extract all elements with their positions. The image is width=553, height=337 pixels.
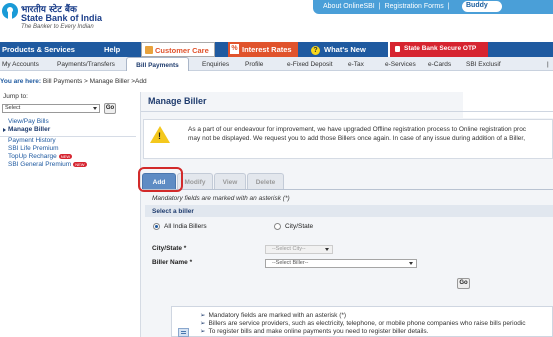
sbi-logo-icon[interactable] xyxy=(2,3,18,19)
new-badge: NEW xyxy=(73,161,87,167)
topup-recharge-label: TopUp Recharge xyxy=(8,153,57,160)
sbi-general-premium-label: SBI General Premium xyxy=(8,161,72,168)
main-nav: Products & Services Help Customer Care %… xyxy=(0,42,553,57)
city-state-label: City/State * xyxy=(152,245,187,252)
info-item-text: Billers are service providers, such as e… xyxy=(208,320,526,327)
sidebar-item-sbi-life-premium[interactable]: SBI Life Premium xyxy=(0,145,136,153)
jump-to-select[interactable]: Select xyxy=(2,104,100,113)
city-select[interactable]: --Select City-- xyxy=(265,245,333,254)
select-biller-heading: Select a biller xyxy=(145,205,553,217)
biller-name-label: Biller Name * xyxy=(152,259,193,266)
info-item: ➢ Billers are service providers, such as … xyxy=(200,320,553,328)
subnav-payments-transfers[interactable]: Payments/Transfers xyxy=(57,57,115,71)
lock-icon xyxy=(395,46,400,52)
sidebar-item-payment-history[interactable]: Payment History xyxy=(0,137,136,145)
subnav-enquiries[interactable]: Enquiries xyxy=(202,57,229,71)
whats-new-label: What's New xyxy=(324,45,366,54)
mandatory-note: Mandatory fields are marked with an aste… xyxy=(152,195,290,202)
subnav-e-fixed-deposit[interactable]: e-Fixed Deposit xyxy=(287,57,333,71)
top-links-bar: About OnlineSBI | Registration Forms | xyxy=(313,0,553,14)
sidebar-divider xyxy=(0,136,136,137)
tab-delete[interactable]: Delete xyxy=(247,173,284,189)
subnav-my-accounts[interactable]: My Accounts xyxy=(2,57,39,71)
registration-forms-link[interactable]: Registration Forms xyxy=(385,3,444,10)
info-item: ➢ Mandatory fields are marked with an ast… xyxy=(200,312,553,320)
info-item-text: To register bills and make online paymen… xyxy=(208,328,429,335)
subnav-separator: | xyxy=(547,61,549,68)
breadcrumb-path: Bill Payments > Manage Biller >Add xyxy=(42,78,147,85)
biller-select[interactable]: --Select Biller-- xyxy=(265,259,417,268)
panel-corner-card xyxy=(463,92,553,118)
percent-icon: % xyxy=(230,44,239,54)
list-icon xyxy=(178,328,189,337)
radio-city-state-label[interactable]: City/State xyxy=(285,223,313,230)
nav-interest-rates[interactable]: % Interest Rates xyxy=(228,42,298,57)
about-onlinesbi-link[interactable]: About OnlineSBI xyxy=(323,3,375,10)
info-list: ➢ Mandatory fields are marked with an ast… xyxy=(200,312,553,336)
tabs-underline xyxy=(143,189,553,190)
arrow-bullet-icon: ➢ xyxy=(200,312,206,319)
nav-products-services[interactable]: Products & Services xyxy=(2,42,75,57)
breadcrumb: You are here: Bill Payments > Manage Bil… xyxy=(0,78,147,85)
arrow-bullet-icon: ➢ xyxy=(200,320,206,327)
sidebar-item-topup-recharge[interactable]: TopUp Recharge NEW xyxy=(0,153,136,161)
radio-all-india-billers[interactable] xyxy=(153,223,160,230)
tab-view[interactable]: View xyxy=(214,173,246,189)
interest-rates-label: Interest Rates xyxy=(242,45,292,54)
radio-all-india-billers-label[interactable]: All India Billers xyxy=(164,223,207,230)
sidebar-item-view-pay-bills[interactable]: View/Pay Bills xyxy=(0,118,136,126)
warning-icon-mark: ! xyxy=(158,131,161,141)
add-tab-highlight xyxy=(138,167,183,192)
jump-go-button[interactable]: Go xyxy=(104,103,116,114)
nav-help[interactable]: Help xyxy=(104,42,120,57)
subnav-e-cards[interactable]: e-Cards xyxy=(428,57,451,71)
subnav-e-tax[interactable]: e-Tax xyxy=(348,57,364,71)
top-links-separator: | xyxy=(378,3,381,10)
notice-text: As a part of our endeavour for improveme… xyxy=(188,125,553,143)
bank-name: State Bank of India xyxy=(21,13,103,23)
top-links-separator: | xyxy=(447,3,450,10)
sidebar-item-manage-biller[interactable]: Manage Biller xyxy=(0,126,136,134)
nav-secure-otp[interactable]: State Bank Secure OTP xyxy=(388,42,489,57)
new-badge: NEW xyxy=(58,153,73,159)
subnav-e-services[interactable]: e-Services xyxy=(385,57,416,71)
help-icon: ? xyxy=(311,46,320,55)
buddy-link[interactable]: Buddy xyxy=(462,1,502,12)
info-item-text: Mandatory fields are marked with an aste… xyxy=(208,312,347,319)
arrow-bullet-icon: ➢ xyxy=(200,328,206,335)
sidebar-item-sbi-general-premium[interactable]: SBI General Premium NEW xyxy=(0,161,136,169)
site-header: भारतीय स्टेट बैंक State Bank of India Th… xyxy=(0,0,553,42)
breadcrumb-prefix: You are here: xyxy=(0,78,42,85)
sidebar-menu: View/Pay Bills Manage Biller Payment His… xyxy=(0,118,136,169)
notice-line: may not be displayed. We request you to … xyxy=(188,135,526,142)
nav-customer-care[interactable]: Customer Care xyxy=(141,42,215,57)
nav-whats-new[interactable]: ? What's New xyxy=(311,42,366,57)
info-item: ➢ To register bills and make online payme… xyxy=(200,328,553,336)
bank-tagline: The Banker to Every Indian xyxy=(21,24,94,30)
biller-go-button[interactable]: Go xyxy=(457,278,470,289)
subnav-profile[interactable]: Profile xyxy=(245,57,263,71)
sub-nav: My Accounts Payments/Transfers Bill Paym… xyxy=(0,57,553,71)
subnav-sbi-exclusif[interactable]: SBI Exclusif xyxy=(466,57,501,71)
title-divider xyxy=(141,111,553,112)
page-title: Manage Biller xyxy=(148,96,207,106)
radio-city-state[interactable] xyxy=(274,223,281,230)
secure-otp-label: State Bank Secure OTP xyxy=(404,45,477,52)
jump-to-label: Jump to: xyxy=(3,93,28,100)
subnav-bill-payments[interactable]: Bill Payments xyxy=(126,57,189,71)
customer-care-label: Customer Care xyxy=(155,46,209,55)
notice-line: As a part of our endeavour for improveme… xyxy=(188,126,527,133)
